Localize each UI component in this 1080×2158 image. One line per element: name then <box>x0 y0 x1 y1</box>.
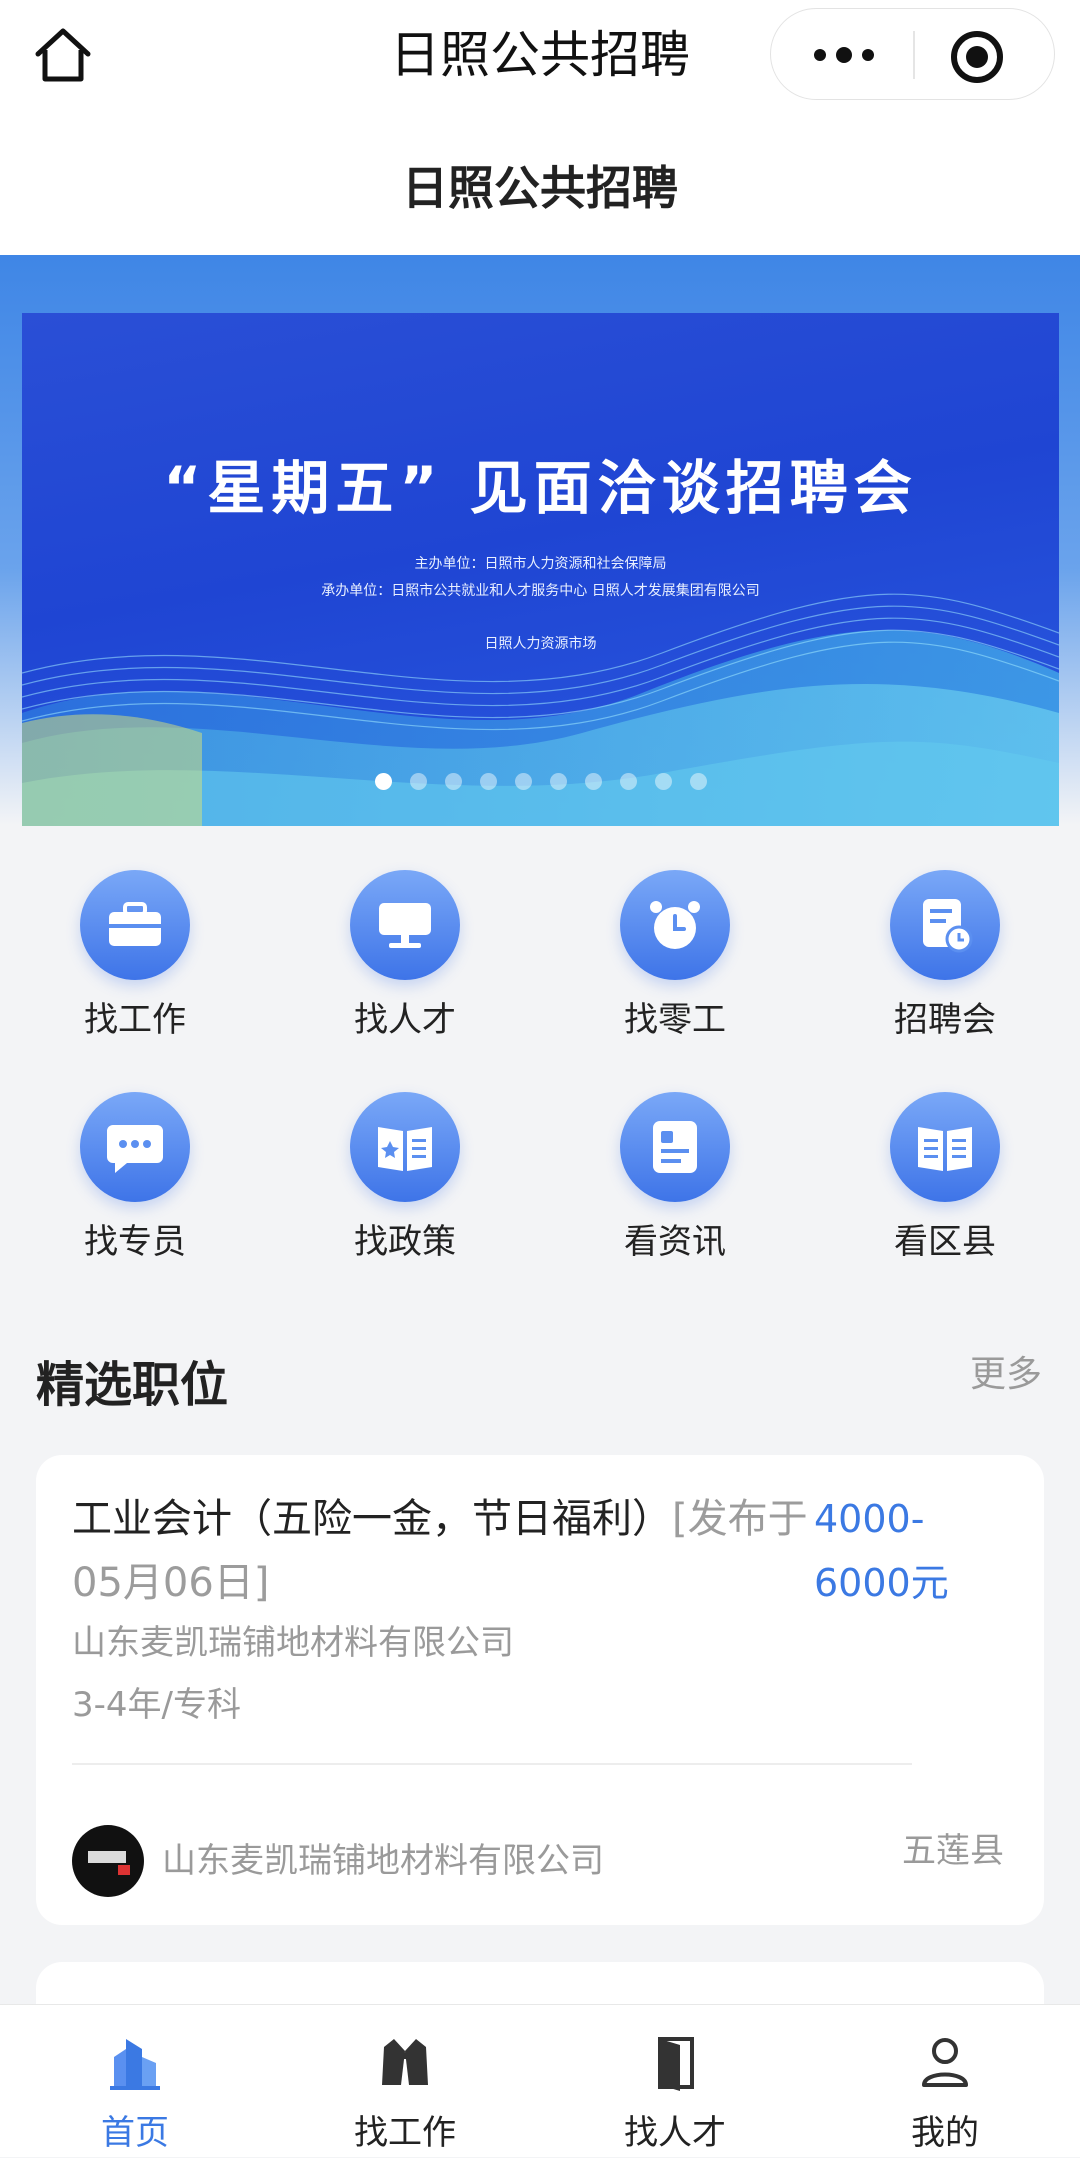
grid-item-find-talent[interactable]: 找人才 <box>305 870 505 1050</box>
tab-find-job[interactable]: 找工作 <box>270 2005 540 2158</box>
job-card[interactable]: 工业会计（五险一金，节日福利）[发布于05月06日] 4000-6000元 山东… <box>36 1455 1044 1925</box>
job-requirement: 3-4年/专科 <box>72 1685 241 1725</box>
carousel-dot[interactable] <box>549 773 567 790</box>
card-company-name: 山东麦凯瑞铺地材料有限公司 <box>162 1841 604 1881</box>
policy-book-icon <box>350 1092 460 1202</box>
carousel-dot[interactable] <box>409 773 427 790</box>
more-link[interactable]: 更多 <box>970 1345 1042 1397</box>
mini-program-capsule <box>770 8 1055 100</box>
divider <box>72 1763 912 1765</box>
page-title: 日照公共招聘 <box>402 161 678 215</box>
close-mini-program-icon[interactable] <box>951 31 1003 83</box>
tab-label: 首页 <box>101 2113 169 2153</box>
suit-icon <box>380 2035 430 2091</box>
job-company: 山东麦凯瑞铺地材料有限公司 <box>72 1623 514 1663</box>
grid-item-label: 找零工 <box>624 1000 726 1040</box>
grid-item-label: 找政策 <box>354 1222 456 1262</box>
user-icon <box>920 2035 970 2091</box>
carousel-dot[interactable] <box>374 773 392 790</box>
briefcase-icon <box>80 870 190 980</box>
company-logo <box>72 1825 144 1897</box>
carousel-dot[interactable] <box>584 773 602 790</box>
tab-home[interactable]: 首页 <box>0 2005 270 2158</box>
carousel-dot[interactable] <box>689 773 707 790</box>
grid-item-label: 看资讯 <box>624 1222 726 1262</box>
tab-mine[interactable]: 我的 <box>810 2005 1080 2158</box>
grid-item-find-job[interactable]: 找工作 <box>35 870 235 1050</box>
job-title-block: 工业会计（五险一金，节日福利）[发布于05月06日] <box>72 1487 812 1615</box>
carousel-dot[interactable] <box>514 773 532 790</box>
grid-item-districts[interactable]: 看区县 <box>845 1092 1045 1272</box>
tab-label: 找工作 <box>354 2113 456 2153</box>
grid-item-label: 找工作 <box>84 1000 186 1040</box>
tab-label: 找人才 <box>624 2113 726 2153</box>
tab-label: 我的 <box>911 2113 979 2153</box>
banner-co-organizer: 承办单位：日照市公共就业和人才服务中心 日照人才发展集团有限公司 <box>321 583 760 599</box>
more-options-icon[interactable] <box>801 27 887 83</box>
job-salary: 4000-6000元 <box>814 1497 949 1605</box>
open-book-icon <box>890 1092 1000 1202</box>
tab-find-talent[interactable]: 找人才 <box>540 2005 810 2158</box>
home-building-icon <box>110 2035 160 2091</box>
grid-item-find-specialist[interactable]: 找专员 <box>35 1092 235 1272</box>
section-title: 精选职位 <box>36 1357 229 1413</box>
news-icon <box>620 1092 730 1202</box>
grid-item-label: 找专员 <box>84 1222 186 1262</box>
bottom-tab-bar: 首页 找工作 找人才 我的 <box>0 2004 1080 2157</box>
carousel-dot[interactable] <box>479 773 497 790</box>
chat-bubble-icon <box>80 1092 190 1202</box>
monitor-icon <box>350 870 460 980</box>
banner-title: “星期五” 见面洽谈招聘会 <box>163 454 918 522</box>
job-region: 五莲县 <box>902 1831 1004 1871</box>
grid-item-find-policy[interactable]: 找政策 <box>305 1092 505 1272</box>
grid-item-news[interactable]: 看资讯 <box>575 1092 775 1272</box>
top-bar: 日照公共招聘 <box>0 0 1080 110</box>
banner-venue: 日照人力资源市场 <box>484 636 597 652</box>
grid-item-job-fair[interactable]: 招聘会 <box>845 870 1045 1050</box>
document-clock-icon <box>890 870 1000 980</box>
carousel-dot[interactable] <box>619 773 637 790</box>
grid-item-label: 找人才 <box>354 1000 456 1040</box>
grid-item-label: 看区县 <box>894 1222 996 1262</box>
grid-item-label: 招聘会 <box>894 1000 996 1040</box>
grid-item-find-gig[interactable]: 找零工 <box>575 870 775 1050</box>
door-icon <box>650 2035 700 2091</box>
job-title: 工业会计（五险一金，节日福利） <box>72 1496 672 1542</box>
carousel-dots <box>22 773 1059 790</box>
alarm-clock-icon <box>620 870 730 980</box>
capsule-divider <box>913 31 915 79</box>
carousel-dot[interactable] <box>654 773 672 790</box>
page-title-bar: 日照公共招聘 <box>0 110 1080 255</box>
banner-organizer: 主办单位：日照市人力资源和社会保障局 <box>414 556 667 572</box>
carousel-dot[interactable] <box>444 773 462 790</box>
banner-carousel[interactable]: “星期五” 见面洽谈招聘会 主办单位：日照市人力资源和社会保障局 承办单位：日照… <box>22 313 1059 826</box>
